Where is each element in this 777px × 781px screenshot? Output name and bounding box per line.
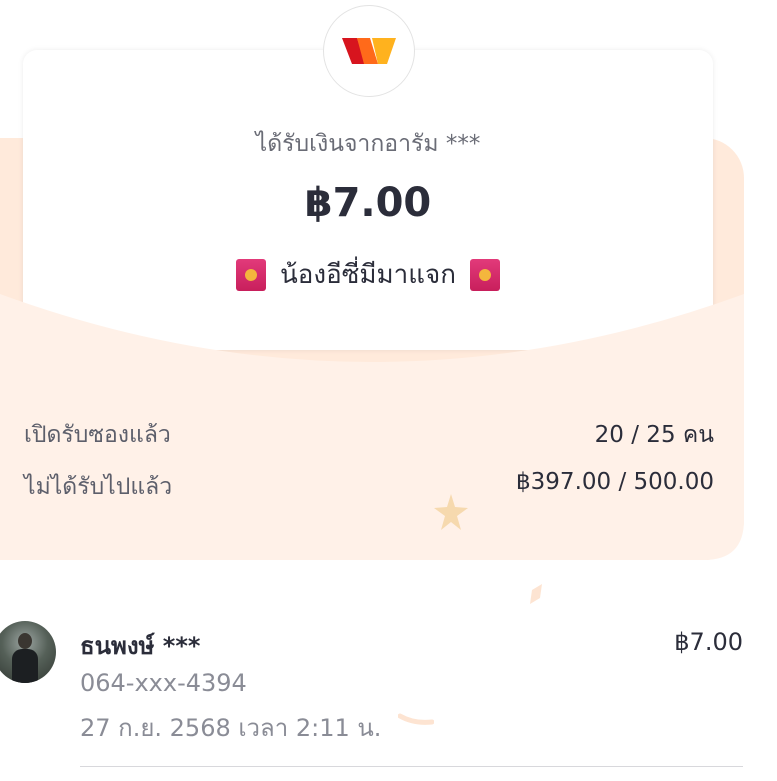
remaining-value: ฿397.00 / 500.00	[516, 469, 714, 495]
sender-line: ได้รับเงินจากอารัม ***	[255, 131, 481, 157]
recipient-timestamp: 27 ก.ย. 2568 เวลา 2:11 น.	[80, 714, 382, 742]
remaining-label: ไม่ได้รับไปแล้ว	[24, 474, 173, 500]
avatar	[0, 621, 56, 683]
opened-count-row: เปิดรับซองแล้ว 20 / 25 คน	[24, 417, 714, 453]
star-icon	[434, 494, 468, 530]
received-amount: ฿7.00	[304, 180, 432, 226]
recipient-name: ธนพงษ์ ***	[80, 632, 201, 660]
remaining-amount-row: ไม่ได้รับไปแล้ว ฿397.00 / 500.00	[24, 469, 714, 505]
recipient-phone: 064-xxx-4394	[80, 669, 247, 697]
confetti-icon	[530, 584, 542, 604]
confetti-icon	[398, 713, 434, 725]
envelope-message-text: น้องอีซี่มีมาแจก	[280, 260, 456, 290]
envelope-message: น้องอีซี่มีมาแจก	[23, 254, 713, 295]
opened-value: 20 / 25 คน	[594, 422, 714, 448]
opened-label: เปิดรับซองแล้ว	[24, 422, 171, 448]
red-envelope-icon	[469, 258, 500, 291]
divider	[80, 766, 743, 767]
brand-logo	[323, 5, 415, 97]
recipient-amount: ฿7.00	[674, 628, 743, 656]
wallet-w-logo-icon	[342, 38, 396, 64]
red-envelope-icon	[236, 258, 267, 291]
